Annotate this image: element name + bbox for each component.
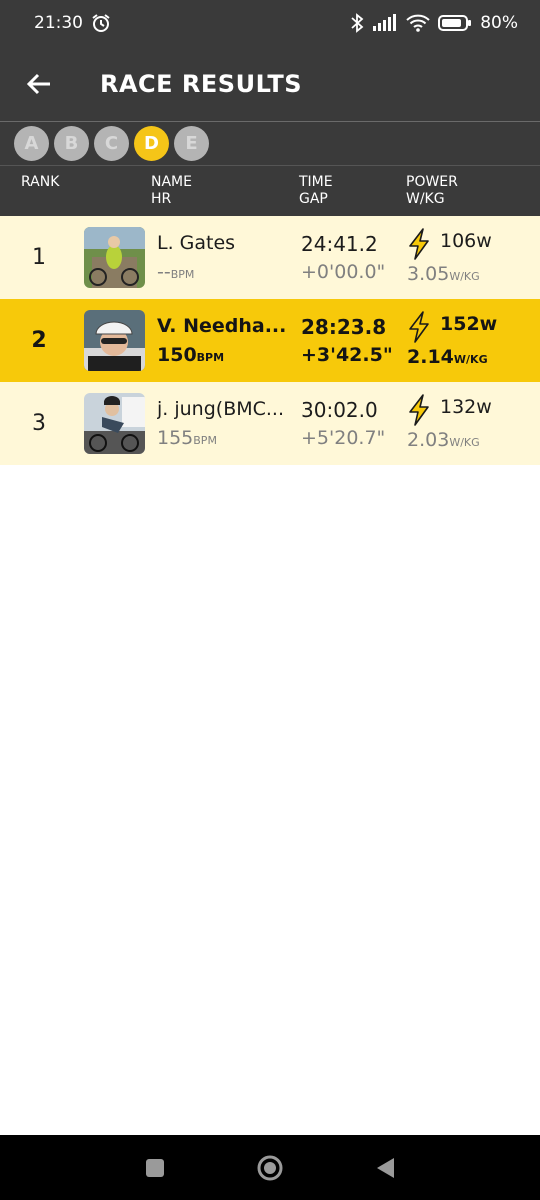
battery-level: 80% <box>480 13 518 33</box>
watts-per-kg: 3.05W/KG <box>407 263 480 285</box>
header-name: NAME <box>151 174 192 190</box>
bluetooth-icon <box>351 13 364 33</box>
avatar[interactable] <box>84 310 145 371</box>
time-gap: +3'42.5" <box>301 344 393 366</box>
recents-button[interactable] <box>144 1157 166 1179</box>
avatar[interactable] <box>84 393 145 454</box>
heart-rate: --BPM <box>157 261 195 283</box>
home-button[interactable] <box>256 1154 284 1182</box>
header-rank: RANK <box>21 174 60 190</box>
category-e-button[interactable]: E <box>174 126 209 161</box>
finish-time: 30:02.0 <box>301 398 378 422</box>
status-time: 21:30 <box>34 13 83 33</box>
rank-number: 3 <box>32 411 46 436</box>
finish-time: 28:23.8 <box>301 315 387 339</box>
category-filter: A B C D E <box>0 122 540 166</box>
wifi-icon <box>406 14 430 32</box>
rider-name: L. Gates <box>157 232 236 254</box>
rider-name: V. Needha... <box>157 315 287 337</box>
alarm-icon <box>92 14 110 32</box>
category-a-button[interactable]: A <box>14 126 49 161</box>
power-watts: 106w <box>440 230 492 252</box>
time-gap: +5'20.7" <box>301 427 386 449</box>
battery-icon <box>438 15 472 31</box>
category-d-button[interactable]: D <box>134 126 169 161</box>
lightning-bolt-icon <box>409 311 429 343</box>
category-b-button[interactable]: B <box>54 126 89 161</box>
heart-rate: 150BPM <box>157 344 225 366</box>
power-watts: 132w <box>440 396 492 418</box>
app-bar: RACE RESULTS <box>0 46 540 122</box>
status-bar: 21:30 80% <box>0 0 540 46</box>
rank-number: 2 <box>31 328 47 353</box>
back-nav-button[interactable] <box>374 1156 396 1180</box>
avatar[interactable] <box>84 227 145 288</box>
rank-number: 1 <box>32 245 46 270</box>
page-title: RACE RESULTS <box>100 69 303 98</box>
watts-per-kg: 2.14W/KG <box>407 346 488 368</box>
result-row[interactable]: 3 j. jung(BMC... 155BPM 30:02.0 +5'20.7"… <box>0 382 540 465</box>
arrow-left-icon <box>26 73 50 94</box>
header-time: TIME <box>299 174 333 190</box>
result-row[interactable]: 2 V. Needha... 150BPM 28:23.8 +3'42.5" 1… <box>0 299 540 382</box>
header-wkg: W/KG <box>406 191 445 207</box>
watts-per-kg: 2.03W/KG <box>407 429 480 451</box>
header-power: POWER <box>406 174 458 190</box>
header-gap: GAP <box>299 191 328 207</box>
heart-rate: 155BPM <box>157 427 217 449</box>
rider-name: j. jung(BMC... <box>157 398 285 420</box>
time-gap: +0'00.0" <box>301 261 386 283</box>
signal-icon <box>373 14 397 31</box>
header-hr: HR <box>151 191 172 207</box>
table-header: RANK NAME HR TIME GAP POWER W/KG <box>0 166 540 216</box>
lightning-bolt-icon <box>409 228 429 260</box>
power-watts: 152w <box>440 313 498 335</box>
back-button[interactable] <box>0 46 78 122</box>
system-nav-bar <box>0 1135 540 1200</box>
category-c-button[interactable]: C <box>94 126 129 161</box>
lightning-bolt-icon <box>409 394 429 426</box>
finish-time: 24:41.2 <box>301 232 378 256</box>
result-row[interactable]: 1 L. Gates --BPM 24:41.2 +0'00.0" 106w 3… <box>0 216 540 299</box>
